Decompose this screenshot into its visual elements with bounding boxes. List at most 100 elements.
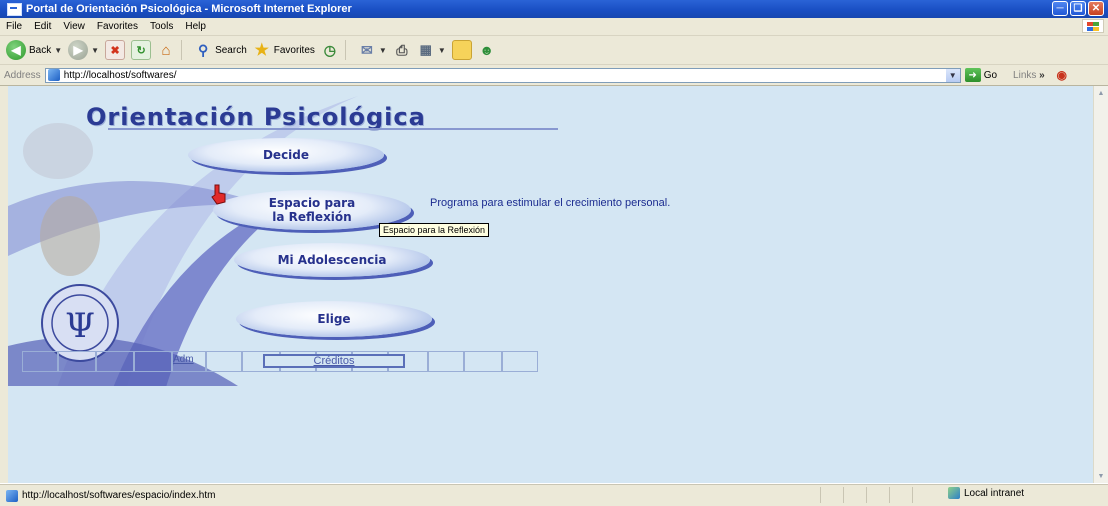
folder-button[interactable]	[451, 40, 472, 60]
status-bar: http://localhost/softwares/espacio/index…	[0, 484, 1108, 506]
window-border	[0, 86, 8, 483]
nav-cell	[464, 351, 502, 372]
ie-window-icon	[7, 2, 22, 16]
mail-dropdown-icon[interactable]: ▼	[379, 46, 387, 55]
status-panel	[912, 487, 935, 503]
search-button[interactable]: ⚲ Search	[194, 41, 247, 59]
refresh-button[interactable]: ↻	[131, 40, 152, 60]
search-label: Search	[215, 44, 247, 56]
security-zone: Local intranet	[946, 487, 1024, 499]
favorites-star-icon: ★	[254, 42, 269, 59]
home-icon: ⌂	[161, 41, 171, 59]
history-button[interactable]: ◷	[321, 41, 339, 59]
menu-help[interactable]: Help	[179, 21, 212, 32]
psi-symbol: Ψ	[65, 306, 95, 346]
forward-arrow-icon: ▶	[68, 40, 89, 60]
title-underline	[108, 128, 558, 130]
toolbar-separator	[344, 40, 346, 60]
go-label: Go	[983, 69, 998, 81]
favorites-label: Favorites	[273, 44, 315, 56]
search-icon: ⚲	[197, 41, 209, 58]
espacio-reflexion-label: Espacio para la Reflexión	[269, 196, 355, 224]
maximize-button[interactable]: ❏	[1070, 1, 1086, 16]
go-button[interactable]: ➜ Go	[964, 68, 998, 82]
address-bar: Address http://localhost/softwares/ ▼ ➜ …	[0, 65, 1108, 86]
messenger-icon: ☻	[479, 42, 495, 58]
program-description: Programa para estimular el crecimiento p…	[430, 197, 671, 209]
stop-button[interactable]: ✖	[105, 40, 126, 60]
forward-dropdown-icon[interactable]: ▼	[91, 46, 99, 55]
espacio-line-1: Espacio para	[268, 196, 356, 210]
history-icon: ◷	[323, 41, 336, 58]
print-button[interactable]: ⎙	[393, 41, 411, 59]
intranet-icon	[948, 487, 960, 499]
status-page-icon	[6, 489, 18, 502]
nav-cell	[96, 351, 134, 372]
window-title: Portal de Orientación Psicológica - Micr…	[26, 3, 352, 15]
edit-button[interactable]: ▦ ▼	[417, 41, 446, 59]
refresh-icon: ↻	[131, 40, 152, 60]
menu-edit[interactable]: Edit	[28, 21, 57, 32]
address-dropdown-icon[interactable]: ▼	[945, 68, 960, 82]
edit-page-icon: ▦	[419, 42, 432, 57]
page-title: Orientación Psicológica	[86, 103, 426, 131]
menu-favorites[interactable]: Favorites	[91, 21, 144, 32]
menu-file[interactable]: File	[0, 21, 28, 32]
nav-cell	[206, 351, 242, 372]
creditos-link[interactable]: Créditos	[263, 354, 405, 368]
back-arrow-icon: ◀	[6, 40, 26, 60]
go-arrow-icon: ➜	[964, 68, 981, 82]
back-label: Back	[29, 44, 52, 56]
menu-bar: File Edit View Favorites Tools Help	[0, 18, 1108, 36]
home-button[interactable]: ⌂	[157, 41, 175, 59]
messenger-button[interactable]: ☻	[478, 41, 496, 59]
folder-icon	[451, 40, 472, 60]
status-panels	[820, 487, 935, 503]
status-url-text: http://localhost/softwares/espacio/index…	[22, 490, 216, 501]
menu-view[interactable]: View	[57, 21, 91, 32]
toolbar-separator	[181, 40, 183, 60]
close-button[interactable]: ✕	[1088, 1, 1104, 16]
links-label: Links	[1013, 69, 1037, 81]
status-panel	[889, 487, 912, 503]
scroll-down-arrow-icon[interactable]: ▼	[1095, 470, 1107, 482]
back-dropdown-icon[interactable]: ▼	[54, 46, 62, 55]
mail-button[interactable]: ✉ ▼	[358, 41, 387, 59]
print-icon: ⎙	[396, 41, 408, 58]
elige-label: Elige	[317, 312, 351, 326]
page-content: Ψ Orientación Psicológica Decide Espacio…	[8, 86, 1094, 483]
nav-cell	[22, 351, 58, 372]
decide-button[interactable]: Decide	[188, 138, 384, 172]
vertical-scrollbar[interactable]: ▲ ▼	[1093, 86, 1108, 483]
photo-person-1	[23, 123, 93, 179]
mi-adolescencia-button[interactable]: Mi Adolescencia	[234, 243, 430, 277]
status-url: http://localhost/softwares/espacio/index…	[4, 489, 216, 502]
address-label: Address	[4, 69, 41, 81]
menu-tools[interactable]: Tools	[144, 21, 179, 32]
edit-dropdown-icon[interactable]: ▼	[438, 46, 446, 55]
espacio-line-2: la Reflexión	[272, 210, 352, 224]
page-icon	[47, 69, 60, 81]
forward-button[interactable]: ▶ ▼	[68, 40, 99, 60]
window-controls: ─ ❏ ✕	[1052, 1, 1104, 16]
nav-cell	[502, 351, 538, 372]
stop-icon: ✖	[105, 40, 126, 60]
standard-toolbar: ◀ Back ▼ ▶ ▼ ✖ ↻ ⌂ ⚲ Search ★ Favorites …	[0, 36, 1108, 65]
status-panel	[843, 487, 866, 503]
minimize-button[interactable]: ─	[1052, 1, 1068, 16]
back-button[interactable]: ◀ Back ▼	[6, 40, 62, 60]
mi-adolescencia-label: Mi Adolescencia	[277, 253, 387, 267]
decide-label: Decide	[262, 148, 310, 162]
mail-icon: ✉	[361, 41, 373, 58]
address-input[interactable]: http://localhost/softwares/ ▼	[44, 67, 961, 83]
pointer-cursor-icon	[211, 184, 226, 205]
adm-link[interactable]: Adm	[173, 354, 194, 365]
title-bar: Portal de Orientación Psicológica - Micr…	[0, 0, 1108, 18]
translate-icon[interactable]: ◉	[1053, 66, 1071, 84]
favorites-button[interactable]: ★ Favorites	[253, 41, 315, 59]
elige-button[interactable]: Elige	[236, 301, 432, 337]
scroll-up-arrow-icon[interactable]: ▲	[1095, 87, 1107, 99]
links-button[interactable]: Links »	[1013, 70, 1045, 81]
photo-person-2	[40, 196, 100, 276]
status-panel	[866, 487, 889, 503]
